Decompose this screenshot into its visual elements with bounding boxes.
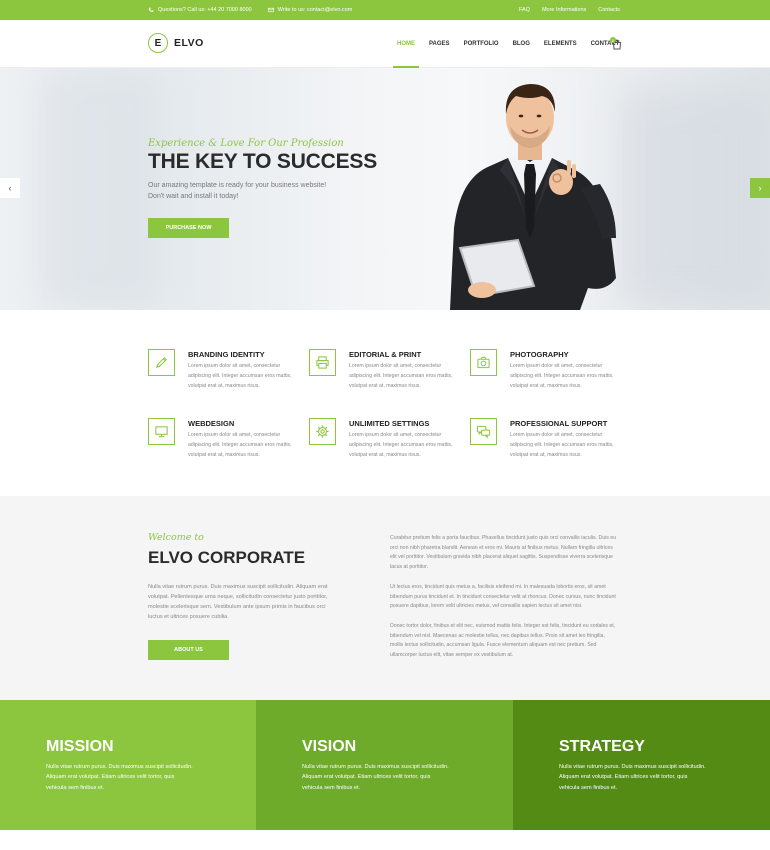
- mission-column: MISSION Nulla vitae rutrum purus. Duis m…: [0, 700, 256, 830]
- logo-text: ELVO: [174, 37, 204, 49]
- service-title: PHOTOGRAPHY: [510, 350, 569, 359]
- vision-title: VISION: [302, 738, 357, 755]
- welcome-title: ELVO CORPORATE: [148, 548, 306, 567]
- gear-icon: [316, 425, 329, 438]
- cart-count-badge: 0: [610, 37, 616, 43]
- service-text: Lorem ipsum dolor sit amet, consectetur …: [349, 363, 453, 389]
- hero-title: THE KEY TO SUCCESS: [148, 150, 378, 173]
- printer-icon: [316, 356, 329, 369]
- strategy-column: STRATEGY Nulla vitae rutrum purus. Duis …: [513, 700, 770, 830]
- monitor-icon: [155, 426, 168, 438]
- slider-prev-arrow[interactable]: ‹: [0, 178, 20, 198]
- welcome-paragraph: Ut lectus eros, tincidunt quis metus a, …: [390, 583, 616, 610]
- hero-background-blur: [620, 88, 770, 310]
- service-text: Lorem ipsum dolor sit amet, consectetur …: [510, 363, 614, 389]
- welcome-subtitle: Welcome to: [148, 532, 204, 543]
- welcome-paragraphs: Curabitur pretium felis a porta faucibus…: [390, 534, 618, 671]
- vision-text: Nulla vitae rutrum purus. Duis maximus s…: [302, 764, 449, 791]
- phone-text: Questions? Call us: +44 20 7000 8000: [158, 7, 252, 13]
- mission-text: Nulla vitae rutrum purus. Duis maximus s…: [46, 764, 193, 791]
- camera-icon: [477, 356, 490, 369]
- contacts-link[interactable]: Contacts: [598, 7, 620, 13]
- phone-icon: [148, 7, 154, 12]
- service-icon-box: [309, 349, 336, 376]
- main-nav: HOME PAGES PORTFOLIO BLOG ELEMENTS CONTA…: [393, 20, 633, 68]
- service-icon-box: [148, 418, 175, 445]
- welcome-paragraph: Curabitur pretium felis a porta faucibus…: [390, 535, 617, 571]
- hero-background-blur: [40, 68, 160, 310]
- service-title: BRANDING IDENTITY: [188, 350, 265, 359]
- service-title: PROFESSIONAL SUPPORT: [510, 419, 608, 428]
- welcome-section: Welcome to ELVO CORPORATE Nulla vitae ru…: [0, 496, 770, 700]
- envelope-icon: [267, 7, 274, 13]
- nav-pages[interactable]: PAGES: [429, 20, 450, 68]
- hero-text-line: Don't wait and install it today!: [148, 193, 239, 200]
- service-icon-box: [309, 418, 336, 445]
- vision-column: VISION Nulla vitae rutrum purus. Duis ma…: [256, 700, 513, 830]
- service-text: Lorem ipsum dolor sit amet, consectetur …: [188, 432, 292, 458]
- hero-slider: [0, 68, 770, 310]
- welcome-paragraph: Donec tortor dolor, finibus et elit nec,…: [390, 622, 616, 659]
- businessman-image: [450, 84, 616, 310]
- strategy-text: Nulla vitae rutrum purus. Duis maximus s…: [559, 764, 706, 791]
- service-icon-box: [470, 349, 497, 376]
- hero-text: Our amazing template is ready for your b…: [148, 180, 348, 202]
- slider-next-arrow[interactable]: ›: [750, 178, 770, 198]
- top-bar: Questions? Call us: +44 20 7000 8000 Wri…: [0, 0, 770, 20]
- service-text: Lorem ipsum dolor sit amet, consectetur …: [349, 432, 453, 458]
- nav-elements[interactable]: ELEMENTS: [544, 20, 577, 68]
- services-section: [0, 310, 770, 496]
- email-info[interactable]: Write to us: contact@elvo.com: [267, 7, 353, 13]
- service-title: EDITORIAL & PRINT: [349, 350, 422, 359]
- logo-mark: E: [148, 33, 168, 53]
- service-title: UNLIMITED SETTINGS: [349, 419, 430, 428]
- nav-home[interactable]: HOME: [393, 20, 419, 68]
- page-bottom: [0, 830, 770, 850]
- faq-link[interactable]: FAQ: [519, 7, 530, 13]
- service-text: Lorem ipsum dolor sit amet, consectetur …: [188, 363, 292, 389]
- purchase-now-button[interactable]: PURCHASE NOW: [148, 218, 229, 238]
- hero-text-line: Our amazing template is ready for your b…: [148, 182, 327, 189]
- logo[interactable]: E ELVO: [148, 33, 204, 53]
- chat-icon: [476, 425, 491, 439]
- phone-info: Questions? Call us: +44 20 7000 8000: [148, 7, 252, 13]
- welcome-text: Nulla vitae rutrum purus. Duis maximus s…: [148, 584, 328, 620]
- nav-portfolio[interactable]: PORTFOLIO: [464, 20, 499, 68]
- service-text: Lorem ipsum dolor sit amet, consectetur …: [510, 432, 614, 458]
- service-title: WEBDESIGN: [188, 419, 235, 428]
- hero-subtitle: Experience & Love For Our Profession: [148, 138, 344, 149]
- nav-blog[interactable]: BLOG: [513, 20, 530, 68]
- mission-section: MISSION Nulla vitae rutrum purus. Duis m…: [0, 700, 770, 830]
- strategy-title: STRATEGY: [559, 738, 645, 755]
- service-icon-box: [148, 349, 175, 376]
- pencil-icon: [155, 357, 167, 369]
- about-us-button[interactable]: ABOUT US: [148, 640, 229, 660]
- service-icon-box: [470, 418, 497, 445]
- mission-title: MISSION: [46, 738, 114, 755]
- site-header: E ELVO HOME PAGES PORTFOLIO BLOG ELEMENT…: [0, 20, 770, 68]
- email-text: Write to us: contact@elvo.com: [277, 7, 353, 13]
- more-info-link[interactable]: More Informations: [542, 7, 586, 13]
